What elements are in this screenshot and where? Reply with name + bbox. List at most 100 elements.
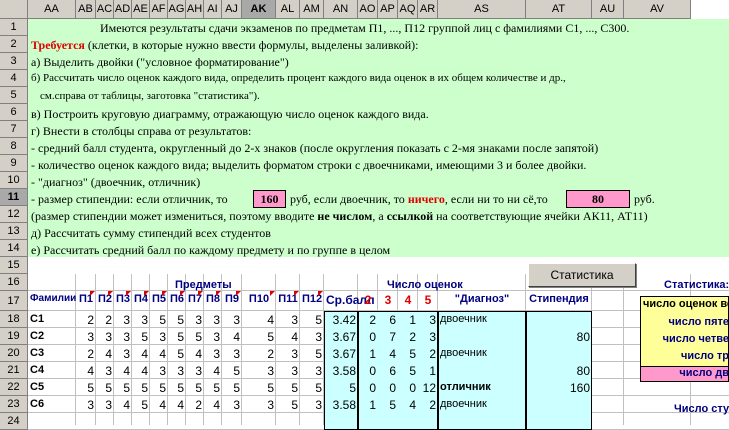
stipend-excellent-cell[interactable]: 160 (253, 190, 286, 208)
row-header-7[interactable]: 7 (0, 121, 28, 138)
column-header-ar[interactable]: AR (418, 0, 438, 19)
row-header-4[interactable]: 4 (0, 70, 28, 87)
grade-cell[interactable]: 3 (244, 398, 274, 412)
grade-cell[interactable]: 2 (78, 347, 94, 361)
header-grade[interactable]: 5 (420, 293, 436, 307)
row-header-2[interactable]: 2 (0, 36, 28, 53)
row-header-22[interactable]: 22 (0, 379, 28, 396)
student-name[interactable]: С3 (30, 347, 74, 359)
grade-count-cell[interactable]: 1 (360, 398, 376, 412)
grade-cell[interactable]: 2 (188, 398, 202, 412)
grade-cell[interactable]: 4 (188, 347, 202, 361)
grade-cell[interactable]: 3 (188, 313, 202, 327)
grade-cell[interactable]: 3 (116, 330, 130, 344)
avg-score-cell[interactable]: 3.67 (326, 347, 356, 361)
grade-cell[interactable]: 3 (206, 330, 220, 344)
grade-cell[interactable]: 5 (152, 381, 166, 395)
grade-count-cell[interactable]: 4 (400, 398, 416, 412)
column-header-av[interactable]: AV (624, 0, 691, 19)
row-header-19[interactable]: 19 (0, 328, 28, 345)
column-header-aq[interactable]: AQ (398, 0, 418, 19)
grade-count-cell[interactable]: 5 (400, 364, 416, 378)
grade-cell[interactable]: 3 (302, 364, 322, 378)
grade-count-cell[interactable]: 0 (360, 364, 376, 378)
row-header-12[interactable]: 12 (0, 206, 28, 223)
stipend-cell[interactable]: 80 (528, 330, 590, 344)
row-header-20[interactable]: 20 (0, 345, 28, 362)
row-header-13[interactable]: 13 (0, 223, 28, 240)
header-grade[interactable]: 2 (360, 293, 376, 307)
grade-cell[interactable]: 4 (98, 347, 112, 361)
grade-count-cell[interactable]: 4 (380, 347, 396, 361)
grade-cell[interactable]: 4 (244, 313, 274, 327)
grade-cell[interactable]: 3 (78, 330, 94, 344)
grade-cell[interactable]: 5 (170, 347, 184, 361)
grade-cell[interactable]: 3 (278, 364, 298, 378)
grade-cell[interactable]: 5 (134, 398, 148, 412)
grade-count-cell[interactable]: 3 (420, 313, 436, 327)
grade-cell[interactable]: 5 (278, 398, 298, 412)
grade-cell[interactable]: 4 (206, 364, 220, 378)
avg-score-cell[interactable]: 5 (326, 381, 356, 395)
grade-cell[interactable]: 3 (224, 398, 240, 412)
grade-cell[interactable]: 4 (134, 347, 148, 361)
select-all-corner[interactable] (0, 0, 28, 19)
grade-count-cell[interactable]: 5 (400, 347, 416, 361)
grade-count-cell[interactable]: 0 (360, 381, 376, 395)
column-header-ae[interactable]: AE (132, 0, 150, 19)
grade-cell[interactable]: 3 (188, 364, 202, 378)
grade-cell[interactable]: 4 (206, 398, 220, 412)
grade-cell[interactable]: 5 (134, 381, 148, 395)
student-name[interactable]: С4 (30, 364, 74, 376)
grade-cell[interactable]: 4 (134, 364, 148, 378)
grade-cell[interactable]: 3 (98, 364, 112, 378)
grade-cell[interactable]: 3 (152, 330, 166, 344)
header-stipend[interactable]: Стипендия (528, 293, 590, 305)
column-header-aa[interactable]: AA (28, 0, 76, 19)
grade-cell[interactable]: 2 (98, 313, 112, 327)
grade-cell[interactable]: 3 (278, 347, 298, 361)
column-header-ah[interactable]: AH (186, 0, 204, 19)
grade-cell[interactable]: 5 (78, 381, 94, 395)
grade-cell[interactable]: 5 (188, 330, 202, 344)
row-header-11[interactable]: 11 (0, 189, 28, 206)
grade-cell[interactable]: 2 (78, 313, 94, 327)
column-header-af[interactable]: AF (150, 0, 168, 19)
grade-count-cell[interactable]: 6 (380, 364, 396, 378)
grade-cell[interactable]: 3 (278, 313, 298, 327)
student-name[interactable]: С5 (30, 381, 74, 393)
grade-cell[interactable]: 4 (78, 364, 94, 378)
grade-cell[interactable]: 5 (206, 381, 220, 395)
student-name[interactable]: С6 (30, 398, 74, 410)
header-avg[interactable]: Ср.балл (326, 293, 375, 307)
grade-cell[interactable]: 3 (224, 313, 240, 327)
column-header-aj[interactable]: AJ (222, 0, 242, 19)
grade-count-cell[interactable]: 2 (420, 398, 436, 412)
grade-count-cell[interactable]: 2 (400, 330, 416, 344)
avg-score-cell[interactable]: 3.67 (326, 330, 356, 344)
grade-count-cell[interactable]: 7 (380, 330, 396, 344)
header-grade[interactable]: 3 (380, 293, 396, 307)
grade-cell[interactable]: 3 (302, 330, 322, 344)
grade-cell[interactable]: 3 (224, 347, 240, 361)
diagnosis-cell[interactable]: отличник (440, 381, 524, 393)
column-header-an[interactable]: AN (324, 0, 358, 19)
grade-cell[interactable]: 5 (170, 381, 184, 395)
grade-cell[interactable]: 3 (206, 347, 220, 361)
row-header-15[interactable]: 15 (0, 257, 28, 274)
row-header-3[interactable]: 3 (0, 53, 28, 70)
avg-score-cell[interactable]: 3.58 (326, 398, 356, 412)
diagnosis-cell[interactable]: двоечник (440, 398, 524, 410)
stipend-normal-cell[interactable]: 80 (566, 190, 630, 208)
grade-cell[interactable]: 4 (116, 398, 130, 412)
grade-cell[interactable]: 3 (302, 398, 322, 412)
row-header-14[interactable]: 14 (0, 240, 28, 257)
diagnosis-cell[interactable]: двоечник (440, 313, 524, 325)
statistics-button[interactable]: Статистика (528, 263, 636, 287)
grade-count-cell[interactable]: 1 (360, 347, 376, 361)
grade-count-cell[interactable]: 0 (360, 330, 376, 344)
header-grade[interactable]: 4 (400, 293, 416, 307)
column-header-as[interactable]: AS (438, 0, 526, 19)
grade-cell[interactable]: 3 (78, 398, 94, 412)
grade-cell[interactable]: 3 (116, 313, 130, 327)
